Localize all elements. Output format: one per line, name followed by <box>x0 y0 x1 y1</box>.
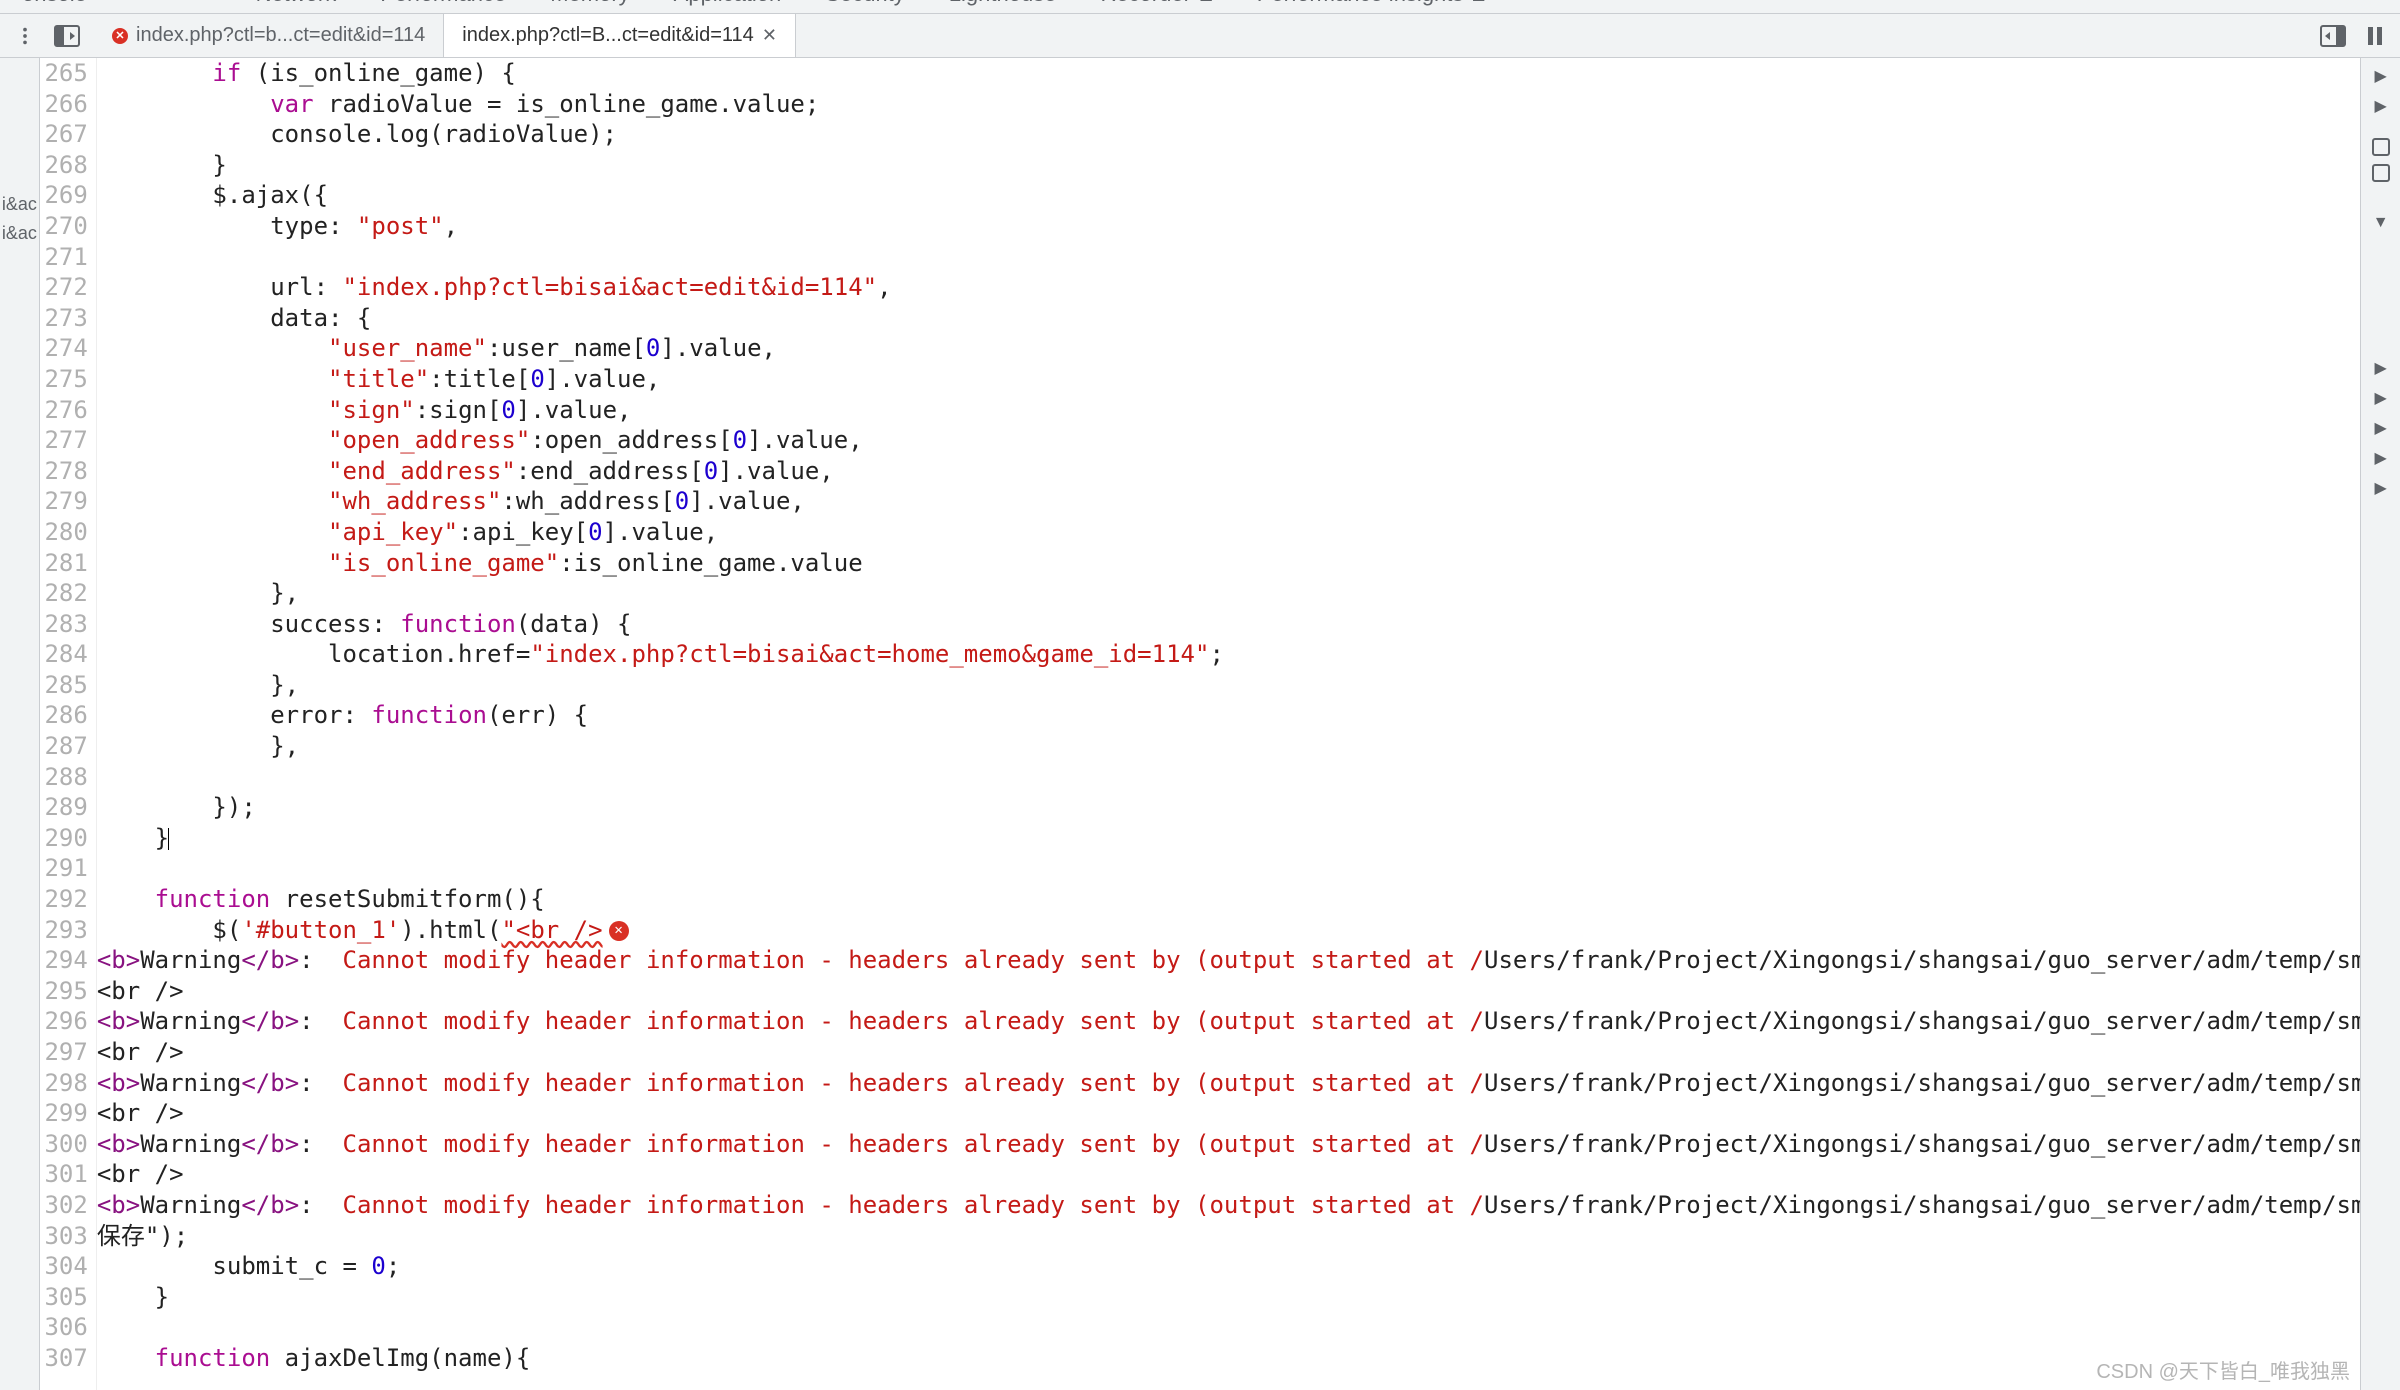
code-content[interactable]: if (is_online_game) { var radioValue = i… <box>97 58 2360 1390</box>
file-tab-label: index.php?ctl=b...ct=edit&id=114 <box>136 24 425 47</box>
file-tabs: ✕ index.php?ctl=b...ct=edit&id=114 index… <box>94 14 2306 57</box>
file-tab-label: index.php?ctl=B...ct=edit&id=114 <box>462 24 754 47</box>
watermark: CSDN @天下皆白_唯我独黑 <box>2096 1355 2350 1384</box>
checkbox-icon[interactable] <box>2372 164 2390 182</box>
toggle-navigator-icon[interactable] <box>52 21 82 51</box>
expand-icon[interactable]: ▶ <box>2375 356 2387 382</box>
expand-icon[interactable]: ▶ <box>2375 476 2387 502</box>
code-editor[interactable]: 2652662672682692702712722732742752762772… <box>40 58 2361 1390</box>
navigator-item[interactable]: i&ac <box>2 223 37 244</box>
debugger-rail: ▶ ▶ ▼ ▶ ▶ ▶ ▶ ▶ <box>2360 58 2400 1390</box>
more-vertical-icon[interactable] <box>10 21 40 51</box>
expand-icon[interactable]: ▶ <box>2375 416 2387 442</box>
sources-toolbar: ✕ index.php?ctl=b...ct=edit&id=114 index… <box>0 14 2400 58</box>
navigator-rail: i&ac i&ac <box>0 58 40 1390</box>
expand-dropdown-icon[interactable]: ▼ <box>2373 210 2389 236</box>
navigator-item[interactable]: i&ac <box>2 194 37 215</box>
file-tab-error[interactable]: ✕ index.php?ctl=b...ct=edit&id=114 <box>94 14 444 57</box>
toggle-debugger-icon[interactable] <box>2318 21 2348 51</box>
devtools-tabs: onsole Sources Network Performance Memor… <box>0 0 2400 14</box>
expand-icon[interactable]: ▶ <box>2375 446 2387 472</box>
close-icon[interactable]: ✕ <box>762 25 777 46</box>
expand-icon[interactable]: ▶ <box>2375 386 2387 412</box>
expand-icon[interactable]: ▶ <box>2375 94 2387 120</box>
checkbox-icon[interactable] <box>2372 138 2390 156</box>
editor-main: i&ac i&ac 265266267268269270271272273274… <box>0 58 2400 1390</box>
line-number-gutter: 2652662672682692702712722732742752762772… <box>40 58 97 1390</box>
file-tab-active[interactable]: index.php?ctl=B...ct=edit&id=114 ✕ <box>444 14 796 57</box>
pause-on-exceptions-icon[interactable] <box>2360 21 2390 51</box>
error-icon: ✕ <box>609 921 629 941</box>
error-status-icon: ✕ <box>112 28 128 44</box>
expand-icon[interactable]: ▶ <box>2375 64 2387 90</box>
